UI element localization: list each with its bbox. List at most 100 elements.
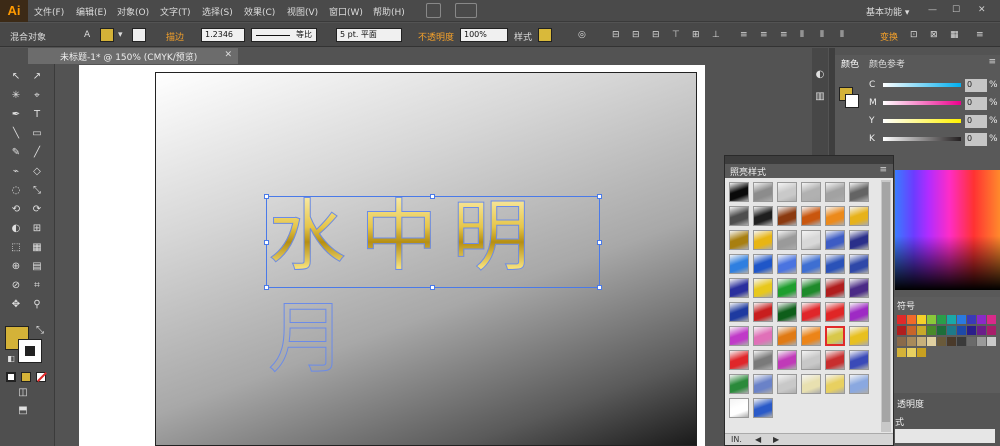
library-menu-icon[interactable]: IN. bbox=[731, 435, 742, 444]
graphic-style-swatch[interactable] bbox=[801, 374, 821, 394]
tool-button[interactable]: ⌁ bbox=[9, 165, 23, 179]
color-swatch[interactable] bbox=[967, 315, 976, 324]
color-swatch[interactable] bbox=[917, 348, 926, 357]
menu-help[interactable]: 帮助(H) bbox=[373, 5, 405, 18]
channel-slider[interactable] bbox=[883, 119, 961, 123]
align-center-icon[interactable]: ⊟ bbox=[632, 30, 640, 40]
color-swatch[interactable] bbox=[937, 315, 946, 324]
handle-top-left[interactable] bbox=[264, 194, 269, 199]
handle-bottom-center[interactable] bbox=[430, 285, 435, 290]
menu-type[interactable]: 文字(T) bbox=[160, 5, 191, 18]
color-swatch[interactable] bbox=[897, 326, 906, 335]
close-tab-icon[interactable]: ✕ bbox=[224, 50, 232, 60]
draw-mode-icon[interactable]: ◫ bbox=[16, 386, 30, 400]
graphic-style-swatch[interactable] bbox=[801, 206, 821, 226]
channel-slider[interactable] bbox=[883, 137, 961, 141]
align-right-icon[interactable]: ⊟ bbox=[652, 30, 660, 40]
graphic-style-swatch[interactable] bbox=[729, 278, 749, 298]
graphic-style-swatch[interactable] bbox=[777, 374, 797, 394]
graphic-style-swatch[interactable] bbox=[849, 182, 869, 202]
align-left-icon[interactable]: ⊟ bbox=[612, 30, 620, 40]
graphic-style-swatch[interactable] bbox=[729, 350, 749, 370]
color-swatch[interactable] bbox=[957, 337, 966, 346]
color-swatch[interactable] bbox=[907, 337, 916, 346]
next-library-icon[interactable]: ▶ bbox=[773, 435, 779, 444]
graphic-style-swatch[interactable] bbox=[849, 278, 869, 298]
minimize-button[interactable]: — bbox=[928, 5, 937, 15]
opacity-label[interactable]: 不透明度 bbox=[418, 30, 454, 43]
color-spectrum[interactable] bbox=[895, 170, 1000, 290]
color-swatch[interactable] bbox=[947, 315, 956, 324]
panel-menu-icon[interactable]: ≡ bbox=[988, 57, 996, 67]
color-swatch[interactable] bbox=[977, 337, 986, 346]
arrange-documents-icon[interactable] bbox=[455, 3, 477, 18]
graphic-style-swatch[interactable] bbox=[729, 398, 749, 418]
graphic-style-swatch[interactable] bbox=[825, 278, 845, 298]
isolate-icon[interactable]: ⊡ bbox=[910, 30, 918, 40]
graphic-style-swatch[interactable] bbox=[825, 230, 845, 250]
channel-slider[interactable] bbox=[883, 101, 961, 105]
tool-button[interactable]: ▭ bbox=[30, 127, 44, 141]
color-swatch[interactable] bbox=[927, 337, 936, 346]
graphic-style-swatch[interactable] bbox=[729, 206, 749, 226]
group-icon[interactable]: ⊠ bbox=[930, 30, 938, 40]
color-swatch[interactable] bbox=[967, 337, 976, 346]
color-swatch[interactable] bbox=[937, 326, 946, 335]
tool-button[interactable]: ⬚ bbox=[9, 241, 23, 255]
handle-top-right[interactable] bbox=[597, 194, 602, 199]
quick-actions-icon[interactable]: ▦ bbox=[950, 30, 959, 40]
tool-button[interactable]: ◐ bbox=[9, 222, 23, 236]
graphic-style-swatch[interactable] bbox=[849, 206, 869, 226]
color-swatch[interactable] bbox=[947, 337, 956, 346]
stroke-label[interactable]: 描边 bbox=[166, 30, 184, 43]
color-swatch[interactable] bbox=[987, 337, 996, 346]
distribute-center-icon[interactable]: ⦀ bbox=[820, 30, 824, 40]
color-swatch[interactable] bbox=[917, 337, 926, 346]
color-swatch[interactable] bbox=[897, 337, 906, 346]
color-swatch[interactable] bbox=[917, 326, 926, 335]
handle-top-center[interactable] bbox=[430, 194, 435, 199]
selection-bounding-box[interactable] bbox=[266, 196, 600, 288]
tool-button[interactable]: ↖ bbox=[9, 70, 23, 84]
color-swatch[interactable] bbox=[897, 348, 906, 357]
panel-title[interactable]: 照亮样式 bbox=[730, 165, 772, 178]
graphic-style-swatch[interactable] bbox=[753, 254, 773, 274]
menu-effect[interactable]: 效果(C) bbox=[244, 5, 275, 18]
graphic-style-swatch[interactable] bbox=[849, 350, 869, 370]
panel-menu-icon[interactable]: ≡ bbox=[976, 30, 984, 40]
tool-button[interactable]: ⟲ bbox=[9, 203, 23, 217]
tool-button[interactable]: ✎ bbox=[9, 146, 23, 160]
graphic-style-swatch[interactable] bbox=[729, 374, 749, 394]
menu-window[interactable]: 窗口(W) bbox=[329, 5, 363, 18]
color-swatch[interactable] bbox=[977, 315, 986, 324]
color-swatch[interactable] bbox=[907, 348, 916, 357]
swap-colors-icon[interactable]: ⤡ bbox=[33, 324, 47, 338]
recolor-icon[interactable]: ◎ bbox=[578, 30, 586, 40]
channel-value-input[interactable]: 0 bbox=[965, 133, 987, 146]
graphic-style-swatch[interactable] bbox=[777, 350, 797, 370]
graphic-style-swatch[interactable] bbox=[825, 374, 845, 394]
gradient-mode-icon[interactable] bbox=[21, 372, 31, 382]
stroke-weight-input[interactable]: 1.2346 bbox=[201, 28, 245, 42]
graphic-style-swatch[interactable] bbox=[729, 254, 749, 274]
color-swatch[interactable] bbox=[947, 326, 956, 335]
stroke-swatch[interactable] bbox=[132, 28, 146, 42]
graphic-style-swatch[interactable] bbox=[825, 206, 845, 226]
color-swatch[interactable] bbox=[967, 326, 976, 335]
graphic-style-swatch[interactable] bbox=[777, 278, 797, 298]
channel-slider[interactable] bbox=[883, 83, 961, 87]
restore-button[interactable]: ☐ bbox=[952, 5, 960, 15]
tool-button[interactable]: ▦ bbox=[30, 241, 44, 255]
distribute-middle-icon[interactable]: ≡ bbox=[760, 30, 768, 40]
tool-button[interactable]: ✒ bbox=[9, 108, 23, 122]
distribute-top-icon[interactable]: ≡ bbox=[740, 30, 748, 40]
align-bottom-icon[interactable]: ⊥ bbox=[712, 30, 720, 40]
graphic-style-swatch[interactable] bbox=[777, 326, 797, 346]
screen-mode-icon[interactable]: ⬒ bbox=[16, 404, 30, 418]
graphic-style-swatch[interactable] bbox=[753, 374, 773, 394]
menu-object[interactable]: 对象(O) bbox=[117, 5, 149, 18]
channel-value-input[interactable]: 0 bbox=[965, 97, 987, 110]
graphic-style-swatch[interactable] bbox=[825, 302, 845, 322]
document-tab[interactable]: 未标题-1* @ 150% (CMYK/预览) ✕ bbox=[28, 48, 238, 64]
graphic-style-swatch[interactable] bbox=[801, 350, 821, 370]
